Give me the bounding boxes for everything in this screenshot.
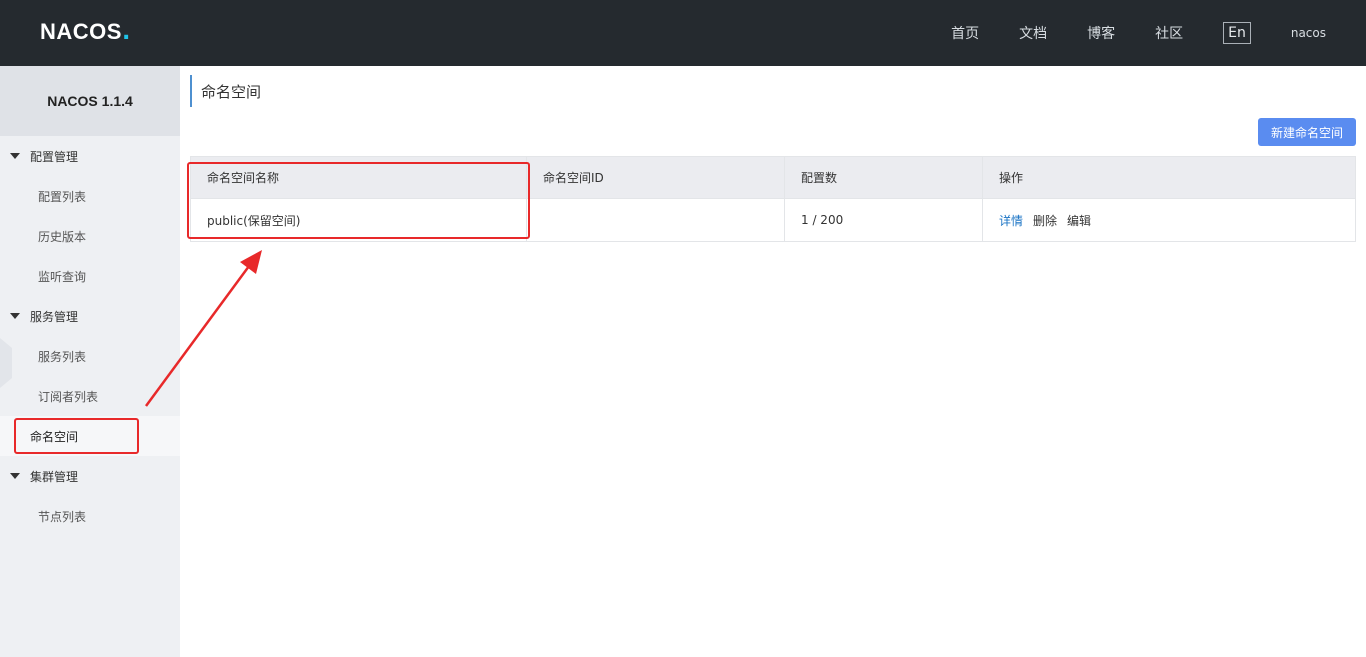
config-count-cell: 1 / 200 [785,199,983,241]
sidebar: NACOS 1.1.4 配置管理 配置列表 历史版本 监听查询 服务管理 服务列… [0,66,180,657]
sidebar-item-node-list[interactable]: 节点列表 [0,496,180,536]
logo-text: NACOS [40,19,122,44]
logo-dot: . [121,19,131,45]
menu-group-label: 集群管理 [30,469,79,484]
nav-community[interactable]: 社区 [1155,23,1183,43]
nacos-logo[interactable]: NACOS. [40,19,131,45]
sidebar-item-config-list[interactable]: 配置列表 [0,176,180,216]
menu-group-cluster[interactable]: 集群管理 [0,456,180,496]
top-navbar: NACOS. 首页 文档 博客 社区 En nacos [0,0,1366,66]
nav-docs[interactable]: 文档 [1019,23,1047,43]
column-header-id: 命名空间ID [527,157,785,198]
column-header-actions: 操作 [999,171,1024,185]
language-toggle-button[interactable]: En [1223,22,1251,44]
top-nav: 首页 文档 博客 社区 En nacos [951,0,1366,66]
sidebar-item-subscriber-list[interactable]: 订阅者列表 [0,376,180,416]
menu-group-label: 配置管理 [30,149,79,164]
sidebar-item-service-list[interactable]: 服务列表 [0,336,180,376]
menu-group-label: 服务管理 [30,309,79,324]
menu-group-service[interactable]: 服务管理 [0,296,180,336]
nav-blog[interactable]: 博客 [1087,23,1115,43]
details-link[interactable]: 详情 [999,212,1023,229]
delete-link[interactable]: 删除 [1033,212,1057,229]
annotation-highlight-namespace-name [187,162,530,239]
new-namespace-button[interactable]: 新建命名空间 [1258,118,1356,146]
nav-home[interactable]: 首页 [951,23,979,43]
caret-down-icon [10,313,20,319]
annotation-highlight-sidebar-namespace [14,418,139,454]
caret-down-icon [10,473,20,479]
page-title: 命名空间 [190,75,261,107]
user-name[interactable]: nacos [1291,26,1326,40]
edit-link[interactable]: 编辑 [1067,212,1091,229]
sidebar-item-listener-query[interactable]: 监听查询 [0,256,180,296]
actions-cell: 详情 删除 编辑 [983,199,1355,241]
version-label: NACOS 1.1.4 [0,66,180,136]
sidebar-item-history[interactable]: 历史版本 [0,216,180,256]
menu-group-config[interactable]: 配置管理 [0,136,180,176]
namespace-id-cell [527,199,785,241]
column-header-count: 配置数 [785,157,983,198]
caret-down-icon [10,153,20,159]
